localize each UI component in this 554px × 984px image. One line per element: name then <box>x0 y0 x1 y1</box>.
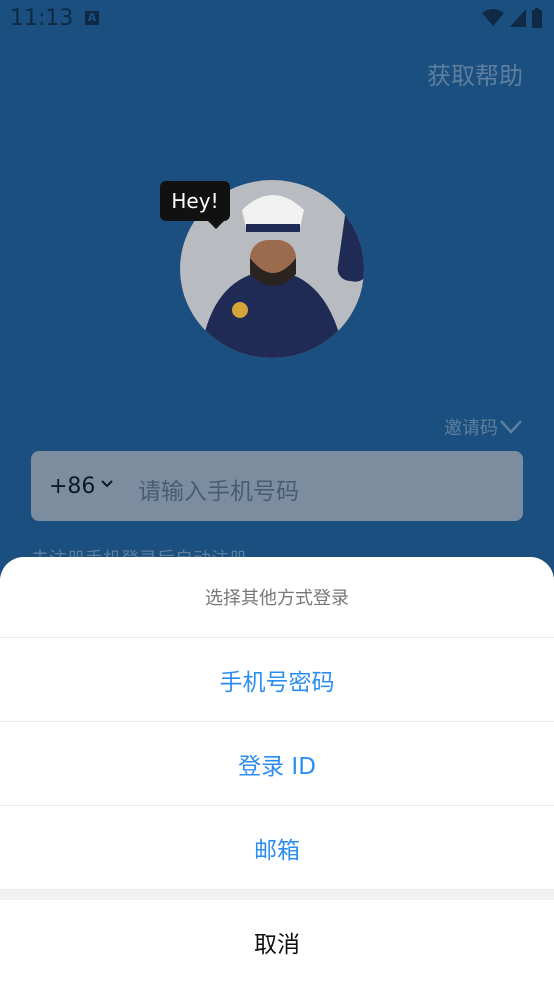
notification-icon: A <box>85 11 99 25</box>
sheet-title: 选择其他方式登录 <box>0 557 554 638</box>
status-time: 11:13 <box>10 6 74 31</box>
speech-bubble-tail <box>206 219 226 229</box>
status-bar: 11:13 A <box>0 0 554 40</box>
wifi-icon <box>482 9 504 26</box>
chevron-down-icon <box>500 420 522 434</box>
phone-input-box[interactable]: +86 请输入手机号码 <box>31 451 523 521</box>
option-email[interactable]: 邮箱 <box>0 806 554 890</box>
chevron-down-icon <box>101 480 113 488</box>
cancel-button[interactable]: 取消 <box>0 900 554 984</box>
signal-icon <box>510 9 526 27</box>
phone-input-placeholder: 请输入手机号码 <box>138 479 299 505</box>
option-login-id[interactable]: 登录 ID <box>0 722 554 806</box>
option-phone-password[interactable]: 手机号密码 <box>0 638 554 722</box>
hey-speech-bubble: Hey! <box>160 181 230 221</box>
invite-code-label: 邀请码 <box>444 418 498 439</box>
login-method-sheet: 选择其他方式登录 手机号密码 登录 ID 邮箱 取消 <box>0 557 554 984</box>
country-code-selector[interactable]: +86 <box>49 474 95 499</box>
battery-icon <box>532 8 542 28</box>
status-icons <box>482 8 542 28</box>
help-link[interactable]: 获取帮助 <box>427 56 523 91</box>
invite-code-toggle[interactable]: 邀请码 <box>444 414 522 440</box>
